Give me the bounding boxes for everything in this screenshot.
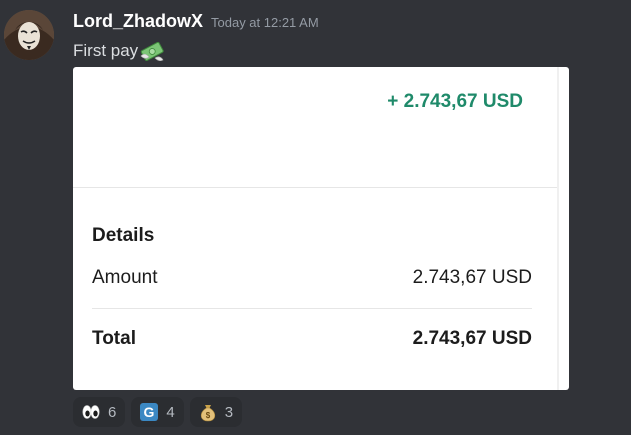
total-label: Total <box>92 328 136 349</box>
svg-text:$: $ <box>205 411 210 420</box>
g-letter-icon: G <box>140 403 159 421</box>
amount-value: 2.743,67 USD <box>412 267 532 288</box>
total-value: 2.743,67 USD <box>412 328 532 349</box>
payment-receipt-image[interactable]: + 2.743,67 USD Details Amount 2.743,67 U… <box>73 67 569 390</box>
message-header: Lord_ZhadowX Today at 12:21 AM <box>73 11 319 35</box>
details-title: Details <box>92 225 155 246</box>
reaction-count: 6 <box>108 403 117 421</box>
reaction-g[interactable]: G 4 <box>131 397 184 427</box>
receipt-scrollbar <box>557 67 559 390</box>
timestamp[interactable]: Today at 12:21 AM <box>211 15 319 30</box>
amount-label: Amount <box>92 267 158 288</box>
reaction-count: 4 <box>166 403 175 421</box>
receipt-header: + 2.743,67 USD <box>73 67 557 188</box>
reaction-money-bag[interactable]: $ 3 <box>189 397 243 427</box>
chat-message: Lord_ZhadowX Today at 12:21 AM First pay… <box>0 0 631 435</box>
money-with-wings-icon <box>140 41 164 61</box>
message-content: First pay <box>73 38 165 64</box>
avatar-image <box>4 10 54 60</box>
svg-text:G: G <box>144 404 155 420</box>
reaction-eyes[interactable]: 6 <box>73 397 126 427</box>
message-text: First pay <box>73 41 139 60</box>
row-divider <box>92 308 532 309</box>
username[interactable]: Lord_ZhadowX <box>73 11 203 32</box>
receipt-headline-amount: + 2.743,67 USD <box>387 91 523 112</box>
reaction-bar: 6 G 4 $ 3 <box>73 397 243 427</box>
money-bag-icon: $ <box>200 405 215 422</box>
eyes-icon <box>82 405 100 419</box>
reaction-count: 3 <box>224 403 234 421</box>
avatar[interactable] <box>4 10 54 60</box>
